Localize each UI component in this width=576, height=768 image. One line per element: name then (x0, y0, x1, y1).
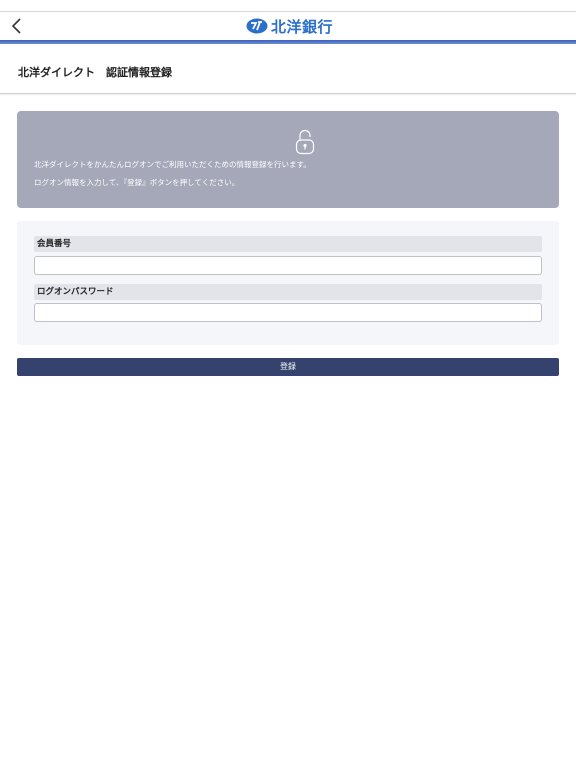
page-header: 北洋ダイレクト 認証情報登録 (0, 44, 576, 94)
password-label: ログオンパスワード (34, 284, 542, 300)
bank-name: 北洋銀行 (271, 17, 334, 36)
member-number-input[interactable] (34, 256, 542, 275)
info-box: 北洋ダイレクトをかんたんログオンでご利用いただくための情報登録を行います。 ログ… (17, 111, 559, 208)
register-button[interactable]: 登録 (17, 358, 559, 376)
member-number-label: 会員番号 (34, 236, 542, 252)
login-form: 会員番号 ログオンパスワード (17, 221, 559, 345)
bank-logo: 北洋銀行 (246, 15, 333, 37)
status-strip (0, 0, 576, 12)
password-input[interactable] (34, 303, 542, 322)
chevron-left-icon (11, 18, 21, 34)
info-text-line-1: 北洋ダイレクトをかんたんログオンでご利用いただくための情報登録を行います。 (34, 160, 311, 169)
hokuyo-logo-icon (246, 18, 268, 34)
top-navigation-bar: 北洋銀行 (0, 12, 576, 40)
page-title: 北洋ダイレクト 認証情報登録 (18, 66, 172, 79)
info-text-line-2: ログオン情報を入力して、『登録』ボタンを押してください。 (34, 178, 240, 187)
back-button[interactable] (6, 15, 28, 37)
unlock-icon (295, 129, 315, 155)
